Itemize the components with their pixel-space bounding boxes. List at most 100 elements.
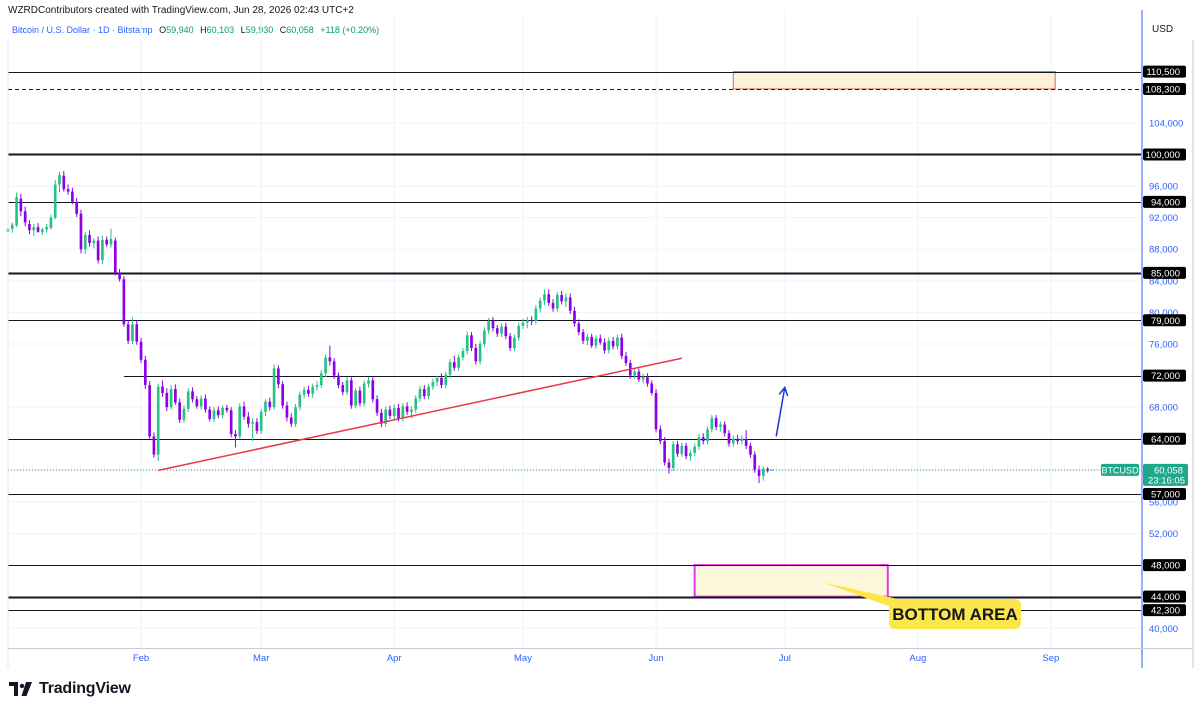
candle[interactable] [525,317,529,329]
candle[interactable] [62,171,66,192]
up-arrow-icon[interactable] [775,385,789,437]
candle[interactable] [607,337,611,354]
candle[interactable] [701,433,705,445]
candle[interactable] [534,305,538,325]
candle[interactable] [264,399,267,416]
candle[interactable] [126,320,130,344]
candle[interactable] [633,368,636,379]
candle[interactable] [568,293,572,314]
candle[interactable] [465,331,469,355]
candle[interactable] [315,381,319,391]
candle[interactable] [191,387,194,403]
candle[interactable] [714,415,718,431]
candle[interactable] [659,425,662,445]
candle[interactable] [706,426,709,445]
candle[interactable] [122,276,126,327]
candle[interactable] [302,386,306,399]
candle[interactable] [247,411,250,428]
candle[interactable] [491,317,495,332]
candle[interactable] [289,413,293,427]
candle[interactable] [766,467,769,473]
last-price-label[interactable]: BTCUSD 60,05823:16:05 [1101,463,1188,487]
candle[interactable] [384,406,387,427]
candle[interactable] [204,394,207,413]
candle[interactable] [53,179,57,220]
candle[interactable] [328,345,332,366]
candle[interactable] [753,451,757,473]
candle[interactable] [139,337,143,363]
candle[interactable] [375,395,379,416]
candle[interactable] [620,333,624,360]
candle[interactable] [311,383,315,398]
candle[interactable] [79,209,83,254]
candle[interactable] [504,322,508,340]
candle[interactable] [740,435,744,445]
candle[interactable] [216,406,220,419]
candle[interactable] [727,430,731,447]
candle[interactable] [148,381,151,440]
candle[interactable] [324,354,327,378]
candle[interactable] [341,381,345,396]
candle[interactable] [431,378,435,390]
candle[interactable] [474,344,478,365]
candle[interactable] [556,291,559,312]
candle[interactable] [646,373,649,387]
candle[interactable] [435,375,439,386]
candle[interactable] [517,322,521,341]
candle[interactable] [367,377,370,388]
candle[interactable] [762,466,765,481]
candle[interactable] [165,388,169,412]
candle[interactable] [744,430,748,450]
candle[interactable] [101,235,104,265]
candle[interactable] [547,289,551,307]
candle[interactable] [354,388,357,408]
candle[interactable] [186,388,190,412]
candle[interactable] [41,227,44,236]
candle[interactable] [405,402,409,416]
candle[interactable] [332,358,336,379]
candle[interactable] [650,380,654,396]
candle[interactable] [229,407,233,438]
candle[interactable] [281,381,284,409]
candle[interactable] [671,441,675,472]
candle[interactable] [225,404,229,413]
candle[interactable] [255,418,259,435]
candle[interactable] [174,384,177,405]
candle[interactable] [182,405,186,423]
candle[interactable] [719,421,722,432]
candle[interactable] [757,465,761,483]
candle[interactable] [277,365,280,389]
candle[interactable] [294,404,297,427]
candle[interactable] [242,401,246,420]
candle[interactable] [169,385,173,410]
candle[interactable] [358,386,362,407]
candle[interactable] [350,377,353,409]
candle[interactable] [594,335,598,349]
candle[interactable] [680,442,684,457]
top-zone[interactable] [732,71,1056,90]
candle[interactable] [234,430,237,448]
candle[interactable] [641,374,645,384]
candle[interactable] [577,319,581,336]
candle[interactable] [75,197,78,217]
candle[interactable] [71,187,74,205]
candle[interactable] [530,316,533,326]
candle[interactable] [362,380,366,407]
candle[interactable] [676,441,679,457]
candle[interactable] [573,306,576,327]
candle[interactable] [478,340,482,365]
candle[interactable] [371,377,375,403]
candle[interactable] [684,442,688,460]
candle[interactable] [319,370,323,389]
candle[interactable] [422,385,426,400]
candle[interactable] [590,333,593,348]
candle[interactable] [444,371,448,389]
candle[interactable] [710,415,714,433]
candle[interactable] [414,395,418,413]
candle[interactable] [109,228,113,248]
candle[interactable] [272,364,276,410]
candle[interactable] [345,377,349,396]
candle[interactable] [624,351,628,367]
candle[interactable] [212,407,216,423]
candle[interactable] [581,328,585,344]
